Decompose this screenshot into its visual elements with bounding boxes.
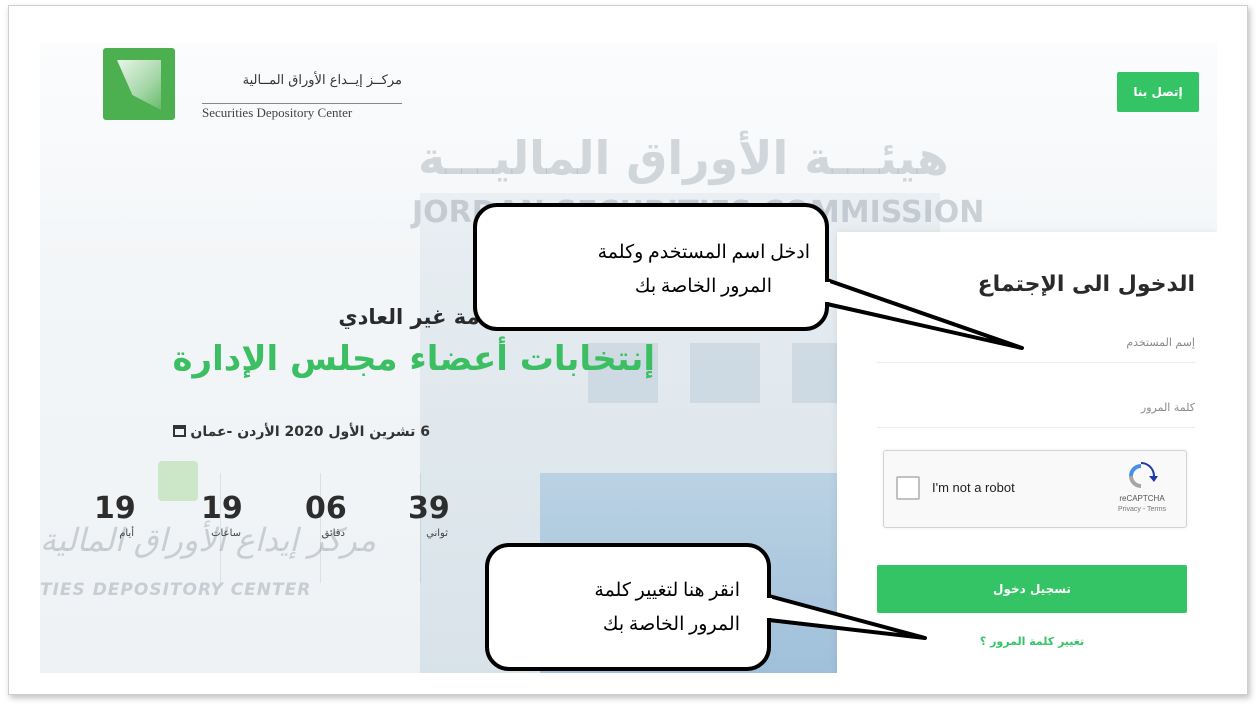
recaptcha-label: I'm not a robot [932, 480, 1015, 495]
callout-top-line1: ادخل اسم المستخدم وكلمة [597, 242, 810, 263]
login-card: الدخول الى الإجتماع I'm not a robot reCA… [837, 232, 1217, 673]
callout-bottom-text: انقر هنا لتغيير كلمة المرور الخاصة بك [500, 574, 740, 642]
logo-text-arabic: مركــز إيــداع الأوراق المــالية [242, 73, 402, 88]
logo-leaf [117, 60, 161, 110]
contact-us-button[interactable]: إتصل بنا [1117, 72, 1199, 112]
countdown-minutes: 06 دقائق [305, 491, 395, 539]
callout-bottom-line1: انقر هنا لتغيير كلمة [594, 580, 740, 601]
hero-title: إنتخابات أعضاء مجلس الإدارة [172, 339, 655, 379]
recaptcha-checkbox[interactable] [896, 476, 920, 500]
countdown-minutes-value: 06 [305, 491, 347, 526]
background-window [792, 343, 842, 403]
recaptcha-widget: I'm not a robot reCAPTCHA Privacy - Term… [883, 450, 1187, 528]
watermark-english: JORDAN SECURITIES COMMISSION [412, 195, 985, 230]
countdown-seconds: 39 ثواني [408, 491, 498, 539]
change-password-link[interactable]: تغيير كلمة المرور ؟ [877, 635, 1187, 648]
recaptcha-brand: reCAPTCHA [1119, 494, 1165, 503]
countdown-hours-value: 19 [201, 491, 243, 526]
calendar-icon [172, 425, 186, 437]
background-window [690, 343, 760, 403]
login-button[interactable]: تسجيل دخول [877, 565, 1187, 613]
countdown-days-value: 19 [94, 491, 136, 526]
sdc-logo-icon[interactable] [103, 48, 175, 120]
countdown-seconds-value: 39 [408, 491, 450, 526]
recaptcha-icon [1129, 462, 1158, 488]
hero-subtitle: إجتماع الهيئة العامة غير العادي [338, 305, 655, 329]
callout-bottom-line2: المرور الخاصة بك [602, 614, 740, 636]
countdown-days-label: أيام [119, 528, 134, 539]
event-date-text: 6 تشرين الأول 2020 الأردن -عمان [190, 424, 430, 440]
countdown-hours-label: ساعات [211, 528, 241, 539]
countdown-minutes-label: دقائق [321, 528, 345, 539]
callout-top-line2: المرور الخاصة بك [634, 276, 772, 298]
logo-text-english: Securities Depository Center [202, 103, 402, 121]
watermark-arabic: هيئـــة الأوراق الماليـــة [418, 131, 949, 185]
background-glass [540, 473, 860, 673]
event-date: 6 تشرين الأول 2020 الأردن -عمان [95, 424, 430, 440]
countdown-hours: 19 ساعات [201, 491, 291, 539]
countdown-seconds-label: ثواني [426, 528, 448, 539]
login-title: الدخول الى الإجتماع [977, 272, 1195, 297]
username-field[interactable] [877, 322, 1195, 363]
password-field[interactable] [877, 387, 1195, 428]
callout-top-text: ادخل اسم المستخدم وكلمة المرور الخاصة بك [500, 236, 810, 304]
recaptcha-terms[interactable]: Privacy - Terms [1109, 506, 1175, 513]
watermark-bottom-english: TIES DEPOSITORY CENTER [40, 580, 312, 600]
countdown-days: 19 أيام [94, 491, 184, 539]
